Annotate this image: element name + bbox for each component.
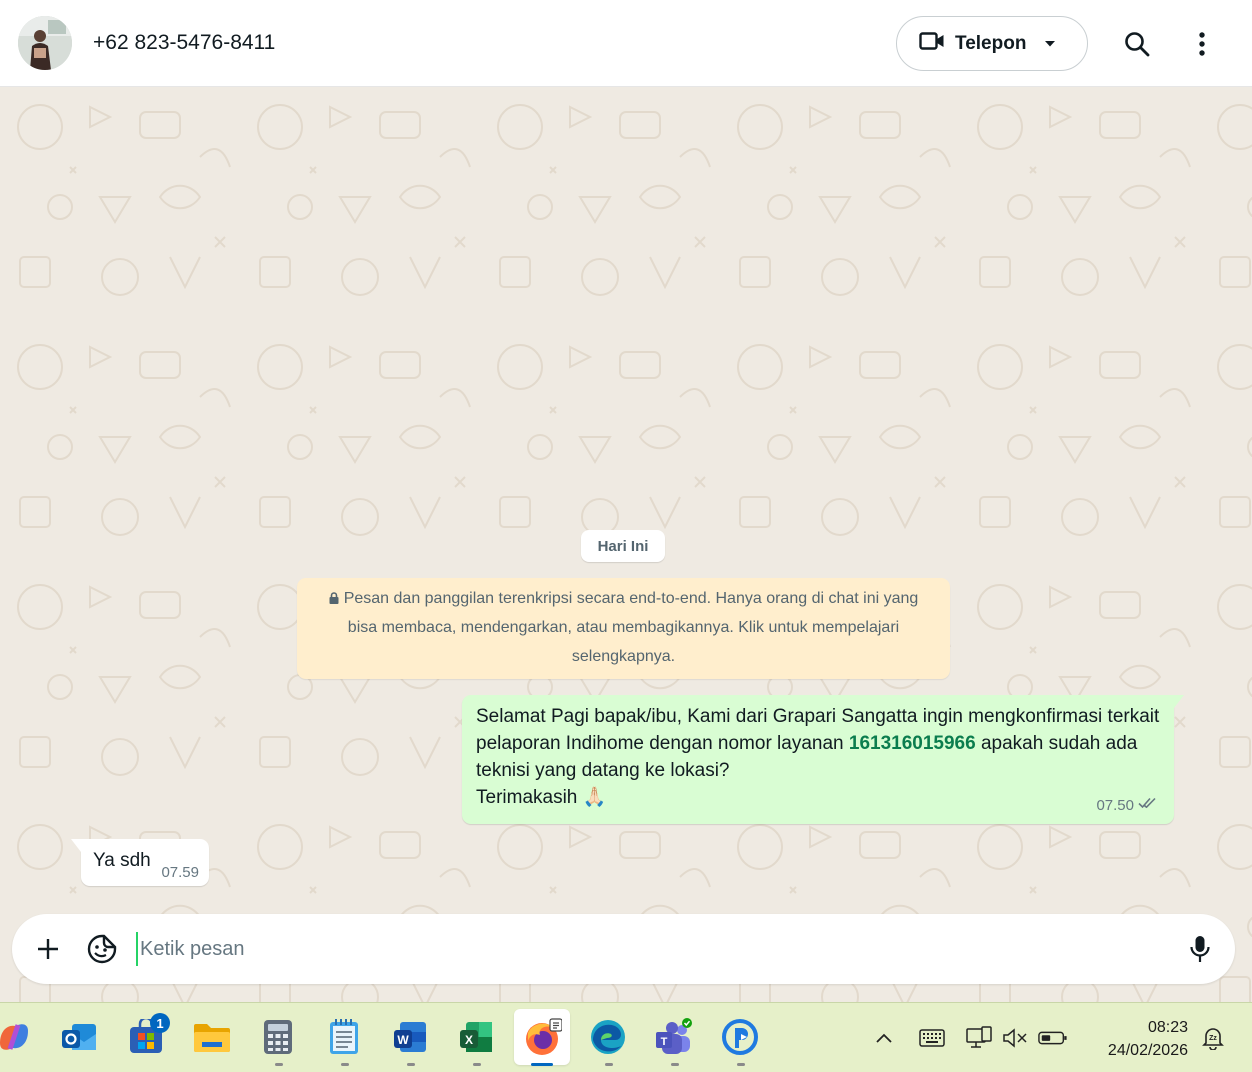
word-icon[interactable]: W: [390, 1017, 430, 1057]
clock-date: 24/02/2026: [1107, 1042, 1188, 1059]
svg-text:T: T: [661, 1036, 668, 1048]
contact-avatar[interactable]: [18, 16, 72, 70]
file-explorer-icon[interactable]: [192, 1017, 232, 1057]
message-closing: Terimakasih: [476, 787, 578, 808]
lock-icon: [329, 585, 339, 604]
battery-icon[interactable]: [1038, 1025, 1068, 1051]
taskbar-indicator: [737, 1063, 745, 1066]
message-composer: [12, 914, 1235, 984]
message-text: Ya sdh: [93, 850, 151, 871]
message-meta: 07.50: [1096, 792, 1160, 819]
sticker-emoji-icon[interactable]: [86, 933, 118, 965]
windows-taskbar: 1 W X T 08:23 24/02/2026 Zz: [0, 1002, 1252, 1072]
firefox-icon[interactable]: [514, 1009, 570, 1065]
video-camera-icon: [919, 31, 945, 56]
message-input[interactable]: [136, 932, 1166, 966]
encryption-notice[interactable]: Pesan dan panggilan terenkripsi secara e…: [297, 578, 950, 679]
microphone-icon[interactable]: [1184, 933, 1216, 965]
svg-text:X: X: [465, 1033, 473, 1047]
message-body: Selamat Pagi bapak/ibu, Kami dari Grapar…: [476, 703, 1160, 811]
copilot-icon[interactable]: [0, 1017, 34, 1057]
excel-icon[interactable]: X: [456, 1017, 496, 1057]
date-chip: Hari Ini: [581, 530, 665, 562]
taskbar-indicator: [671, 1063, 679, 1066]
taskbar-indicator: [275, 1063, 283, 1066]
message-time: 07.50: [1096, 797, 1134, 814]
notification-badge: 1: [150, 1013, 170, 1033]
incoming-message[interactable]: Ya sdh 07.59: [71, 839, 209, 886]
edge-icon[interactable]: [588, 1017, 628, 1057]
chat-area[interactable]: Hari Ini Pesan dan panggilan terenkripsi…: [0, 87, 1252, 1002]
call-button[interactable]: Telepon: [896, 16, 1088, 71]
plus-icon[interactable]: [32, 933, 64, 965]
taskbar-indicator: [473, 1063, 481, 1066]
service-number[interactable]: 161316015966: [849, 733, 976, 754]
keyboard-icon[interactable]: [917, 1025, 947, 1051]
svg-text:Zz: Zz: [1209, 1035, 1217, 1042]
taskbar-indicator-active: [531, 1063, 553, 1066]
bubble-tail: [1174, 695, 1184, 708]
message-time: 07.59: [161, 864, 199, 881]
taskbar-indicator: [407, 1063, 415, 1066]
caret-down-icon: [1044, 35, 1056, 53]
chevron-up-icon[interactable]: [869, 1025, 899, 1051]
notepad-icon[interactable]: [324, 1017, 364, 1057]
bubble-tail: [71, 839, 81, 852]
volume-muted-icon[interactable]: [1000, 1025, 1030, 1051]
teams-icon[interactable]: T: [654, 1017, 694, 1057]
contact-name[interactable]: +62 823-5476-8411: [93, 31, 275, 55]
svg-text:W: W: [397, 1033, 409, 1047]
call-button-label: Telepon: [955, 32, 1027, 54]
taskbar-indicator: [341, 1063, 349, 1066]
more-options-icon[interactable]: [1186, 28, 1218, 60]
clock-time: 08:23: [1147, 1019, 1188, 1036]
double-check-icon: [1138, 792, 1160, 819]
outlook-icon[interactable]: [59, 1017, 99, 1057]
calculator-icon[interactable]: [258, 1017, 298, 1057]
microsoft-store-icon[interactable]: 1: [126, 1013, 170, 1057]
encryption-notice-text: Pesan dan panggilan terenkripsi secara e…: [343, 590, 919, 665]
chat-header: +62 823-5476-8411 Telepon: [0, 0, 1252, 87]
system-clock[interactable]: 08:23 24/02/2026: [1092, 1016, 1188, 1062]
search-icon[interactable]: [1121, 28, 1153, 60]
taskbar-indicator: [605, 1063, 613, 1066]
folded-hands-emoji: 🙏🏻: [582, 787, 607, 808]
notification-bell-icon[interactable]: Zz: [1198, 1025, 1228, 1051]
outgoing-message[interactable]: Selamat Pagi bapak/ibu, Kami dari Grapar…: [462, 695, 1184, 824]
app-p-icon[interactable]: [720, 1017, 760, 1057]
network-icon[interactable]: [964, 1025, 994, 1051]
